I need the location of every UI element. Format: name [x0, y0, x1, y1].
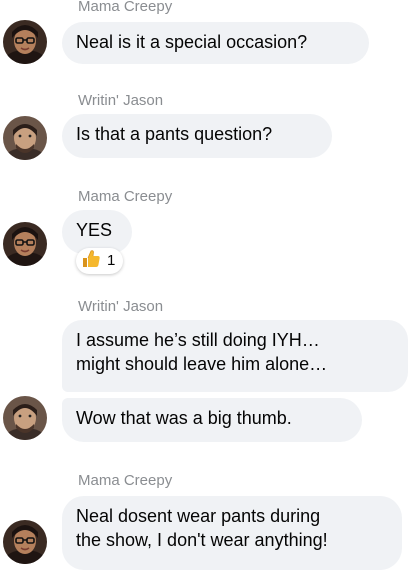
- message-text-line: I assume he’s still doing IYH…: [76, 330, 320, 350]
- reaction-count: 1: [107, 252, 116, 269]
- message-bubble[interactable]: Wow that was a big thumb.: [62, 398, 362, 442]
- message-text-line: might should leave him alone…: [76, 354, 328, 374]
- avatar[interactable]: [3, 520, 47, 564]
- message-text: Neal is it a special occasion?: [76, 32, 308, 52]
- sender-name: Mama Creepy: [78, 0, 173, 15]
- avatar[interactable]: [3, 396, 47, 440]
- avatar[interactable]: [3, 222, 47, 266]
- sender-name: Mama Creepy: [78, 472, 173, 489]
- message-bubble[interactable]: Neal dosent wear pants during the show, …: [62, 496, 402, 570]
- sender-name: Mama Creepy: [78, 188, 173, 205]
- message-bubble[interactable]: Neal is it a special occasion?: [62, 22, 369, 64]
- avatar[interactable]: [3, 116, 47, 160]
- reaction-badge[interactable]: 1: [76, 248, 124, 275]
- sender-name: Writin' Jason: [78, 298, 164, 315]
- thumbs-up-icon: [80, 248, 102, 275]
- message-bubble[interactable]: Is that a pants question?: [62, 114, 332, 158]
- message-text: Wow that was a big thumb.: [76, 408, 292, 428]
- message-text-line: Neal dosent wear pants during: [76, 506, 321, 526]
- message-text: YES: [76, 220, 113, 240]
- message-text: Is that a pants question?: [76, 124, 273, 144]
- message-bubble[interactable]: I assume he’s still doing IYH… might sho…: [62, 320, 408, 392]
- sender-name: Writin' Jason: [78, 92, 164, 109]
- message-text-line: the show, I don't wear anything!: [76, 530, 328, 550]
- avatar[interactable]: [3, 20, 47, 64]
- chat-thread: Mama Creepy Neal is it a special occasio…: [0, 0, 420, 582]
